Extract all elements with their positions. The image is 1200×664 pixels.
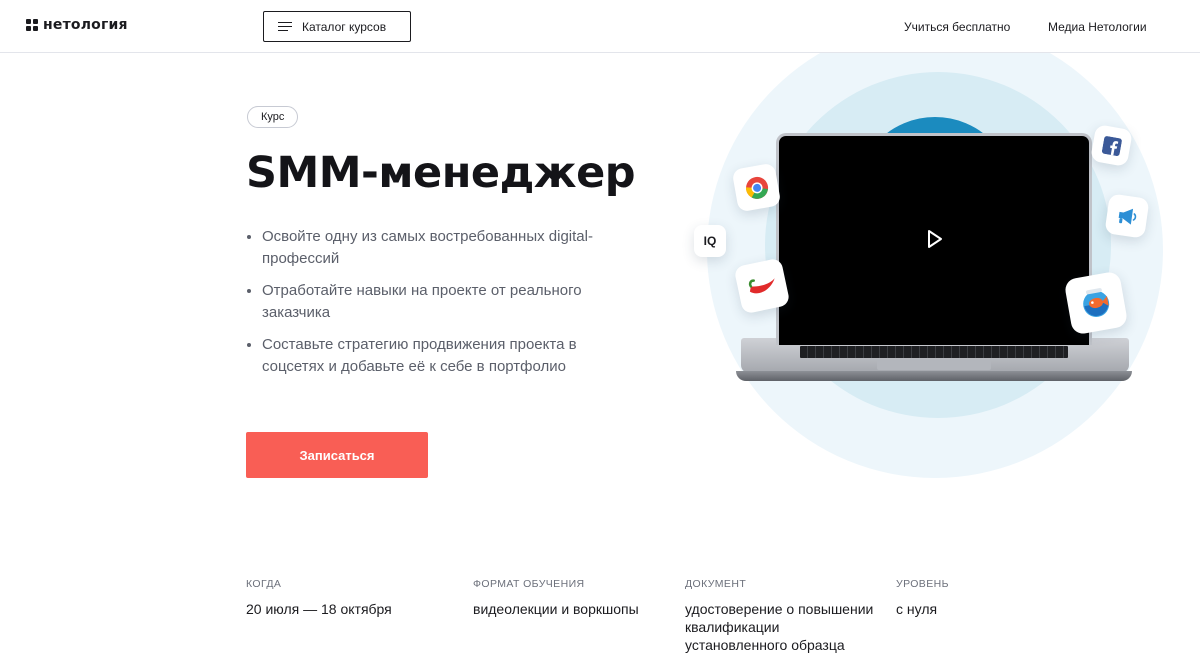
fact-label: Когда bbox=[246, 578, 282, 590]
course-badge: Курс bbox=[247, 106, 299, 128]
chili-icon bbox=[733, 257, 791, 315]
list-item: Освойте одну из самых востребованных dig… bbox=[246, 226, 636, 270]
signup-button[interactable]: Записаться bbox=[246, 432, 428, 478]
list-item: Отработайте навыки на проекте от реально… bbox=[246, 280, 636, 324]
fact-dates: Когда 20 июля — 18 октября bbox=[246, 578, 392, 618]
nav-link-media[interactable]: Медиа Нетологии bbox=[1048, 20, 1147, 34]
fact-label: Формат обучения bbox=[473, 578, 585, 590]
fact-document: Документ удостоверение о повышении квали… bbox=[685, 578, 885, 654]
fact-value: 20 июля — 18 октября bbox=[246, 601, 392, 617]
menu-icon bbox=[278, 21, 292, 32]
laptop-keyboard bbox=[800, 346, 1068, 358]
page-title: SMM-менеджер bbox=[246, 148, 636, 198]
fact-value: с нуля bbox=[896, 601, 938, 617]
io-icon: IQ bbox=[694, 225, 726, 257]
fact-value: удостоверение о повышении квалификации у… bbox=[685, 601, 874, 653]
fact-format: Формат обучения видеолекции и воркшопы bbox=[473, 578, 639, 618]
logo[interactable]: нетология bbox=[26, 17, 128, 33]
megaphone-icon bbox=[1104, 193, 1150, 239]
fish-bowl-icon bbox=[1063, 270, 1129, 336]
site-header: нетология Каталог курсов Учиться бесплат… bbox=[0, 0, 1200, 53]
logo-text: нетология bbox=[43, 17, 128, 33]
fact-level: Уровень с нуля bbox=[896, 578, 949, 618]
fact-label: Документ bbox=[685, 578, 747, 590]
list-item: Составьте стратегию продвижения проекта … bbox=[246, 334, 636, 378]
nav-link-free-learning[interactable]: Учиться бесплатно bbox=[904, 20, 1010, 34]
fact-label: Уровень bbox=[896, 578, 949, 590]
laptop-base bbox=[736, 371, 1132, 381]
play-icon[interactable] bbox=[923, 228, 945, 250]
logo-mark-icon bbox=[26, 19, 38, 31]
catalog-button[interactable]: Каталог курсов bbox=[263, 11, 411, 42]
fact-value: видеолекции и воркшопы bbox=[473, 601, 639, 617]
laptop-touchpad bbox=[877, 360, 991, 370]
benefits-list: Освойте одну из самых востребованных dig… bbox=[246, 226, 636, 388]
catalog-button-label: Каталог курсов bbox=[302, 19, 387, 34]
facebook-icon bbox=[1090, 124, 1133, 167]
chrome-icon bbox=[731, 162, 782, 213]
